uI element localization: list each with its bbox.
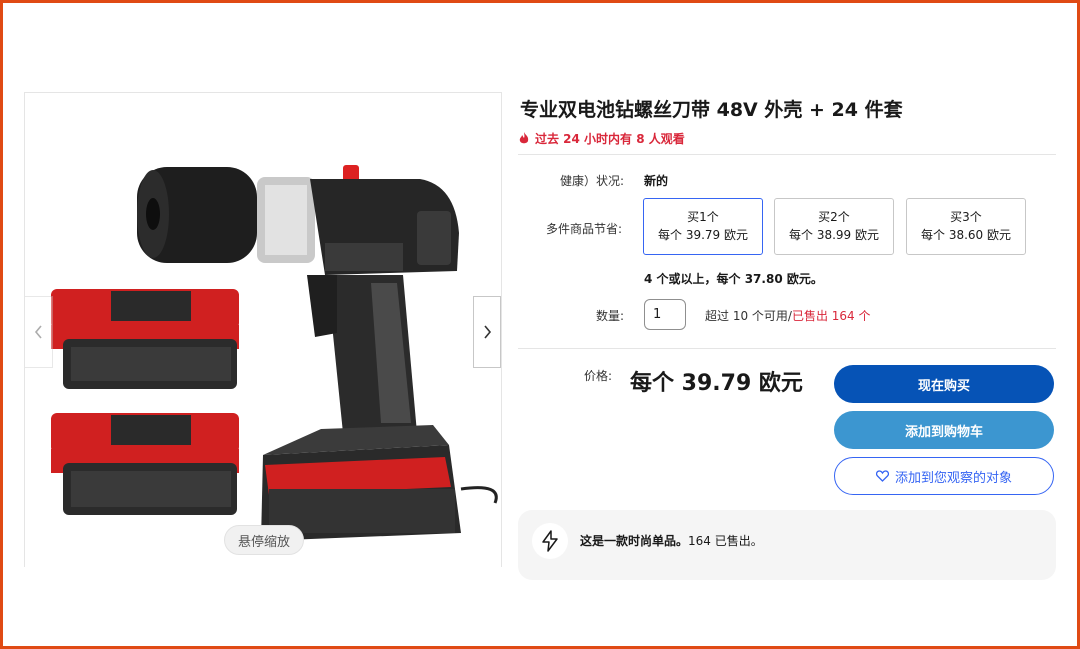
flame-icon — [519, 132, 529, 144]
trending-bold: 这是一款时尚单品。 — [580, 534, 689, 548]
availability-text: 超过 10 个可用/ — [705, 309, 792, 323]
add-to-watchlist-button[interactable]: 添加到您观察的对象 — [834, 457, 1054, 495]
add-to-cart-label: 添加到购物车 — [904, 424, 983, 440]
tier-qty: 买2个 — [818, 210, 850, 224]
trending-banner: 这是一款时尚单品。164 已售出。 — [518, 510, 1056, 580]
multi-buy-note: 4 个或以上，每个 37.80 欧元。 — [644, 272, 823, 286]
tier-qty: 买3个 — [950, 210, 982, 224]
image-gallery[interactable]: 悬停缩放 — [24, 92, 502, 567]
condition-label: 健康）状况: — [559, 174, 624, 188]
condition-value: 新的 — [644, 174, 669, 188]
hover-zoom-hint: 悬停缩放 — [224, 525, 304, 555]
prev-image-button[interactable] — [25, 296, 53, 368]
watchers-text: 过去 24 小时内有 8 人观看 — [535, 131, 685, 146]
tier-price: 每个 39.79 欧元 — [658, 228, 748, 242]
watchers-notice: 过去 24 小时内有 8 人观看 — [518, 129, 685, 147]
buy-now-button[interactable]: 现在购买 — [834, 365, 1054, 403]
trending-sold: 164 已售出。 — [688, 534, 763, 548]
chevron-left-icon — [34, 325, 42, 339]
product-title: 专业双电池钻螺丝刀带 48V 外壳 + 24 件套 — [520, 99, 903, 121]
heart-icon — [875, 470, 889, 482]
divider — [518, 154, 1056, 155]
chevron-right-icon — [484, 325, 492, 339]
quantity-input[interactable] — [644, 299, 686, 330]
sold-count: 已售出 164 个 — [791, 309, 871, 323]
tier-qty: 买1个 — [687, 210, 719, 224]
quantity-label: 数量: — [595, 309, 624, 323]
tier-price: 每个 38.99 欧元 — [789, 228, 879, 242]
trending-text: 这是一款时尚单品。164 已售出。 — [580, 532, 763, 549]
add-to-cart-button[interactable]: 添加到购物车 — [834, 411, 1054, 449]
product-image — [51, 165, 498, 541]
divider — [518, 348, 1056, 349]
price-label: 价格: — [583, 369, 612, 383]
buy-now-label: 现在购买 — [917, 378, 970, 394]
tier-buy-3[interactable]: 买3个 每个 38.60 欧元 — [906, 198, 1026, 255]
availability: 超过 10 个可用/已售出 164 个 — [705, 307, 871, 324]
tier-buy-2[interactable]: 买2个 每个 38.99 欧元 — [774, 198, 894, 255]
multi-buy-label: 多件商品节省: — [545, 222, 622, 236]
price-value: 每个 39.79 欧元 — [630, 371, 803, 396]
watch-label: 添加到您观察的对象 — [894, 470, 1012, 486]
tier-buy-1[interactable]: 买1个 每个 39.79 欧元 — [643, 198, 763, 255]
lightning-icon — [532, 523, 568, 559]
tier-price: 每个 38.60 欧元 — [921, 228, 1011, 242]
